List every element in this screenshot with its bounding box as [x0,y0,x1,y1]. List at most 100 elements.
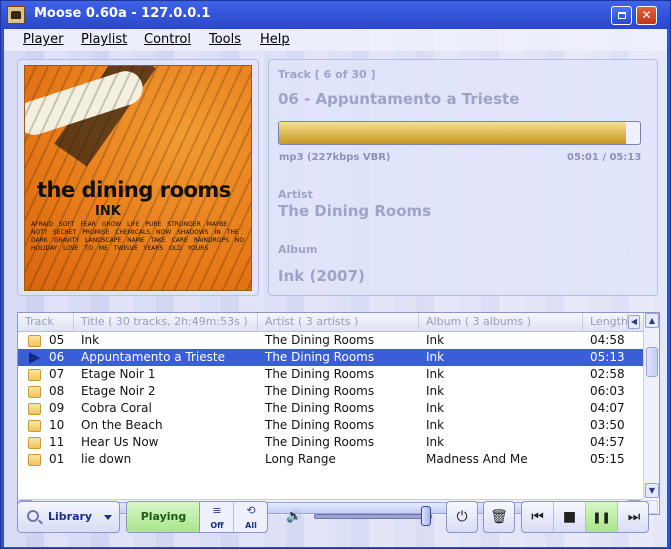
playlist-vertical-scrollbar[interactable]: ▲ ▼ [643,313,659,499]
cell-artist: The Dining Rooms [265,333,375,347]
pause-button[interactable]: ❚❚ [586,502,618,532]
repeat-icon: ⟲ [246,504,256,517]
playlist-table: Track Title ( 30 tracks, 2h:49m:53s ) Ar… [17,312,660,515]
cell-artist: Long Range [265,452,336,466]
header-length[interactable]: Length [583,313,628,332]
cell-title: Appuntamento a Trieste [81,350,225,364]
menu-control[interactable]: Control [144,32,191,47]
previous-icon: ⏮ [531,509,544,525]
header-title[interactable]: Title ( 30 tracks, 2h:49m:53s ) [74,313,258,332]
moose-app-icon [7,6,25,24]
table-row[interactable]: 09 Cobra Coral The Dining Rooms Ink 04:07 [18,400,643,417]
cover-subtitle: INK [95,204,121,219]
cell-length: 03:50 [590,418,625,432]
repeat-button[interactable]: ⟲ All [234,502,268,532]
window-title: Moose 0.60a - 127.0.0.1 [34,6,211,21]
audio-file-icon [28,420,41,432]
table-row[interactable]: 10 On the Beach The Dining Rooms Ink 03:50 [18,417,643,434]
now-playing-panel: Track [ 6 of 30 ] 06 - Appuntamento a Tr… [268,59,658,296]
cell-artist: The Dining Rooms [265,418,375,432]
track-counter: Track [ 6 of 30 ] [278,68,376,81]
playing-button[interactable]: Playing [127,502,200,532]
album-cover-image: the dining rooms INK AFRAID SOFT FEAR GR… [24,65,252,291]
audio-file-icon [28,335,41,347]
cell-track: 07 [49,367,65,381]
cell-album: Ink [426,435,445,449]
next-button[interactable]: ⏭ [618,502,650,532]
cover-title: the dining rooms [37,178,231,202]
library-label: Library [48,510,93,523]
cell-length: 04:07 [590,401,625,415]
track-progress-bar[interactable] [278,121,641,145]
cell-length: 05:15 [590,452,625,466]
album-label: Album [278,243,318,256]
cell-album: Ink [426,333,445,347]
header-track[interactable]: Track [18,313,74,332]
speaker-icon[interactable]: 🔊 [286,509,302,524]
cell-length: 04:57 [590,435,625,449]
shuffle-button[interactable]: ≡ Off [200,502,234,532]
cell-track: 08 [49,384,65,398]
cell-album: Ink [426,367,445,381]
cell-title: Hear Us Now [81,435,159,449]
trash-button[interactable]: 🗑 [483,501,515,533]
cell-title: lie down [81,452,132,466]
track-time: 05:01 / 05:13 [567,152,642,163]
cell-track: 06 [49,350,65,364]
audio-file-icon [28,386,41,398]
table-row[interactable]: 01 lie down Long Range Madness And Me 05:15 [18,451,643,468]
power-button[interactable]: ⏻ [446,501,478,533]
audio-file-icon [28,437,41,449]
title-bar[interactable]: Moose 0.60a - 127.0.0.1 ✕ [1,1,670,29]
cell-album: Madness And Me [426,452,528,466]
scroll-up-icon[interactable]: ▲ [645,313,659,328]
audio-file-icon [28,369,41,381]
search-icon [27,510,39,522]
table-row[interactable]: 07 Etage Noir 1 The Dining Rooms Ink 02:58 [18,366,643,383]
cell-artist: The Dining Rooms [265,350,375,364]
menu-player[interactable]: Player [23,32,63,47]
cell-track: 09 [49,401,65,415]
client-area: Player Playlist Control Tools Help the d… [4,29,667,547]
track-format: mp3 (227kbps VBR) [279,152,391,163]
audio-file-icon [28,403,41,415]
cell-album: Ink [426,384,445,398]
next-icon: ⏭ [627,509,641,525]
cell-length: 06:03 [590,384,625,398]
menu-playlist[interactable]: Playlist [81,32,127,47]
header-artist[interactable]: Artist ( 3 artists ) [258,313,419,332]
previous-button[interactable]: ⏮ [522,502,554,532]
cell-album: Ink [426,350,445,364]
cell-album: Ink [426,418,445,432]
menu-bar: Player Playlist Control Tools Help [4,29,667,51]
cell-title: Ink [81,333,100,347]
playlist-header: Track Title ( 30 tracks, 2h:49m:53s ) Ar… [18,313,643,332]
library-button[interactable]: Library [17,501,120,533]
cell-track: 05 [49,333,65,347]
vertical-scroll-thumb[interactable] [646,347,658,377]
menu-help[interactable]: Help [260,32,290,47]
menu-tools[interactable]: Tools [209,32,241,47]
table-row[interactable]: 11 Hear Us Now The Dining Rooms Ink 04:57 [18,434,643,451]
track-title: 06 - Appuntamento a Trieste [278,90,520,108]
album-art-panel: the dining rooms INK AFRAID SOFT FEAR GR… [17,59,259,296]
header-album[interactable]: Album ( 3 albums ) [419,313,583,332]
stop-button[interactable]: ■ [554,502,586,532]
close-button[interactable]: ✕ [636,6,657,25]
minimize-button[interactable] [611,6,632,25]
scroll-down-icon[interactable]: ▼ [645,483,659,498]
volume-slider[interactable] [314,514,432,519]
table-row[interactable]: 08 Etage Noir 2 The Dining Rooms Ink 06:03 [18,383,643,400]
table-row[interactable]: 05 Ink The Dining Rooms Ink 04:58 [18,332,643,349]
shuffle-state: Off [210,521,224,530]
cell-length: 05:13 [590,350,625,364]
table-row[interactable]: 06 Appuntamento a Trieste The Dining Rooms… [18,349,643,366]
volume-slider-knob[interactable] [421,506,432,526]
cell-title: On the Beach [81,418,163,432]
cell-artist: The Dining Rooms [265,401,375,415]
cell-artist: The Dining Rooms [265,384,375,398]
now-playing-icon [29,352,40,364]
playing-mode-group: Playing ≡ Off ⟲ All [126,501,268,533]
cell-length: 04:58 [590,333,625,347]
scroll-left-icon[interactable]: ◀ [628,315,640,329]
